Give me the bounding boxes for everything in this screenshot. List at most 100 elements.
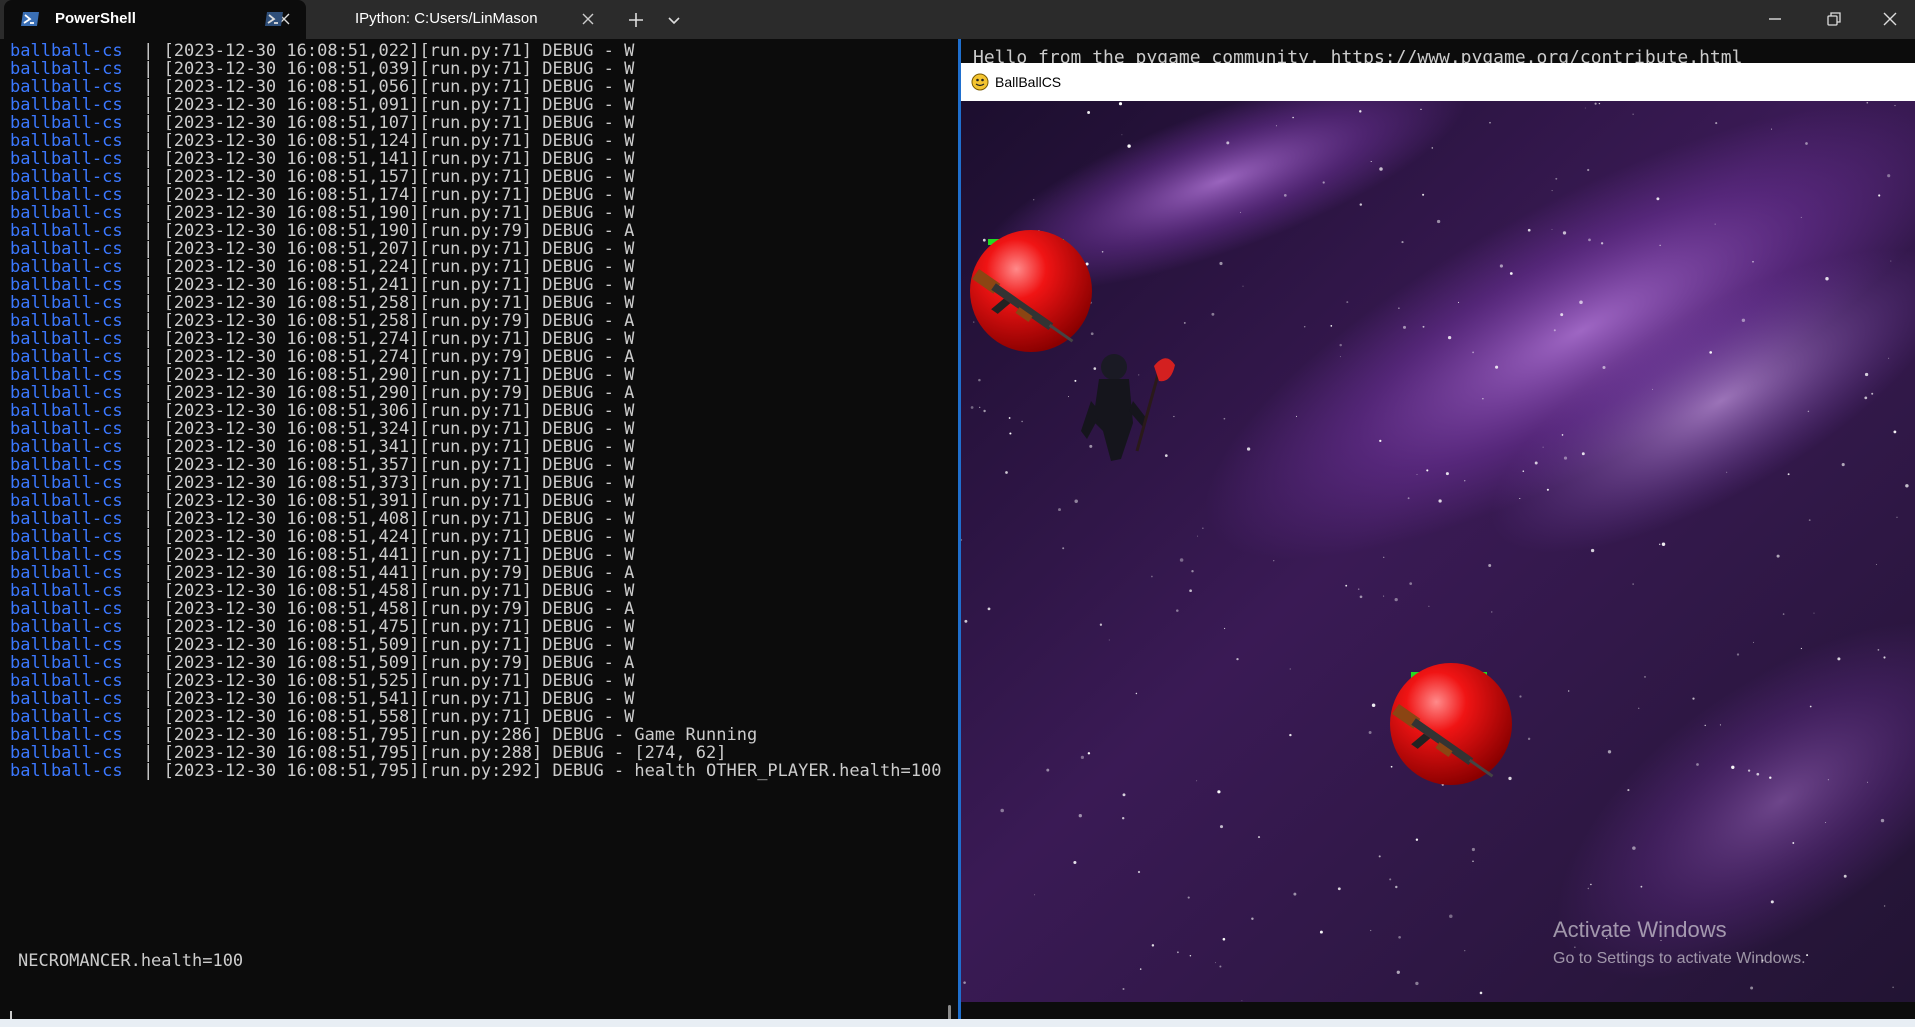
star bbox=[1407, 497, 1410, 500]
star bbox=[1808, 519, 1811, 522]
star bbox=[970, 406, 974, 409]
star bbox=[1422, 193, 1425, 196]
close-window-icon[interactable] bbox=[1877, 7, 1903, 31]
tab-powershell[interactable]: PowerShell bbox=[4, 0, 306, 39]
star bbox=[1542, 446, 1544, 448]
star bbox=[1827, 779, 1829, 781]
star bbox=[1719, 724, 1721, 726]
star bbox=[1246, 447, 1251, 451]
star bbox=[973, 321, 975, 323]
star bbox=[1368, 731, 1372, 734]
star bbox=[1587, 887, 1589, 890]
star bbox=[1226, 141, 1230, 145]
star bbox=[1825, 822, 1827, 823]
scrollbar[interactable] bbox=[948, 1005, 951, 1019]
star bbox=[1139, 968, 1142, 970]
star bbox=[1883, 656, 1886, 659]
star bbox=[1283, 194, 1287, 197]
chevron-down-icon[interactable] bbox=[662, 10, 686, 30]
star bbox=[1118, 102, 1123, 106]
star bbox=[1598, 102, 1601, 105]
star bbox=[1574, 946, 1576, 948]
star bbox=[979, 406, 981, 408]
star bbox=[1800, 647, 1802, 650]
star bbox=[1396, 970, 1400, 974]
star bbox=[1579, 300, 1583, 305]
star bbox=[1627, 789, 1630, 792]
log-message: [2023-12-30 16:08:51,795][run.py:292] DE… bbox=[163, 761, 942, 781]
star bbox=[1752, 260, 1754, 263]
new-tab-plus-icon[interactable] bbox=[622, 8, 650, 32]
powershell-icon bbox=[21, 12, 39, 26]
star bbox=[1736, 653, 1740, 656]
star bbox=[1640, 885, 1643, 888]
terminal-pane-left[interactable]: ballball-cs | [2023-12-30 16:08:51,022][… bbox=[0, 39, 957, 1019]
game-window[interactable]: BallBallCS Activate Windows Go to Settin… bbox=[961, 63, 1915, 1002]
star bbox=[1108, 639, 1110, 641]
star bbox=[1792, 842, 1795, 844]
star bbox=[1409, 582, 1413, 585]
star bbox=[1289, 668, 1291, 670]
star bbox=[1183, 321, 1186, 324]
star bbox=[1894, 105, 1896, 107]
star bbox=[1078, 814, 1082, 818]
star bbox=[1371, 703, 1376, 707]
tab-ipython[interactable]: IPython: C:Users/LinMason bbox=[265, 0, 610, 39]
star bbox=[1877, 649, 1880, 651]
star bbox=[1594, 102, 1597, 105]
game-canvas[interactable] bbox=[961, 101, 1915, 1002]
star bbox=[1825, 276, 1829, 281]
close-icon[interactable] bbox=[580, 11, 596, 27]
star bbox=[1782, 613, 1785, 615]
star bbox=[1359, 203, 1363, 206]
game-window-title: BallBallCS bbox=[995, 74, 1062, 90]
minimize-icon[interactable] bbox=[1762, 7, 1788, 31]
star bbox=[1464, 480, 1466, 482]
star bbox=[1658, 543, 1661, 546]
star bbox=[1488, 564, 1492, 567]
star bbox=[1359, 595, 1363, 599]
star bbox=[1495, 365, 1499, 369]
star bbox=[1390, 765, 1393, 768]
star bbox=[1519, 695, 1522, 698]
star bbox=[1151, 944, 1155, 947]
star bbox=[1289, 733, 1292, 737]
star bbox=[1551, 228, 1553, 230]
star bbox=[1509, 272, 1513, 275]
star bbox=[1866, 101, 1869, 104]
star bbox=[978, 378, 981, 382]
star bbox=[1379, 439, 1382, 443]
star bbox=[1403, 325, 1406, 329]
restore-icon[interactable] bbox=[1821, 7, 1847, 31]
star bbox=[1887, 174, 1891, 178]
star bbox=[963, 981, 966, 984]
star bbox=[1008, 417, 1011, 419]
star bbox=[1370, 160, 1372, 163]
star bbox=[1805, 142, 1808, 145]
star bbox=[1322, 181, 1325, 184]
star bbox=[1880, 818, 1885, 823]
star bbox=[1401, 241, 1404, 244]
star bbox=[1422, 325, 1425, 328]
star bbox=[1584, 107, 1586, 109]
star bbox=[1714, 223, 1716, 225]
activate-windows-subtitle: Go to Settings to activate Windows. bbox=[1553, 950, 1806, 967]
star bbox=[1189, 589, 1192, 593]
star bbox=[1555, 177, 1558, 180]
star bbox=[1021, 420, 1023, 423]
star bbox=[1656, 197, 1660, 201]
star bbox=[1239, 211, 1242, 213]
star bbox=[1033, 199, 1035, 201]
game-title-bar[interactable]: BallBallCS bbox=[961, 63, 1915, 101]
star bbox=[1202, 527, 1204, 529]
star bbox=[1273, 560, 1275, 562]
star bbox=[1489, 121, 1491, 124]
star bbox=[1236, 657, 1239, 661]
star bbox=[1383, 595, 1385, 597]
star bbox=[1472, 860, 1474, 862]
star bbox=[1191, 570, 1194, 573]
star bbox=[1319, 930, 1323, 934]
star bbox=[1776, 554, 1780, 558]
star bbox=[1770, 900, 1774, 904]
pygame-snake-icon bbox=[971, 73, 989, 91]
